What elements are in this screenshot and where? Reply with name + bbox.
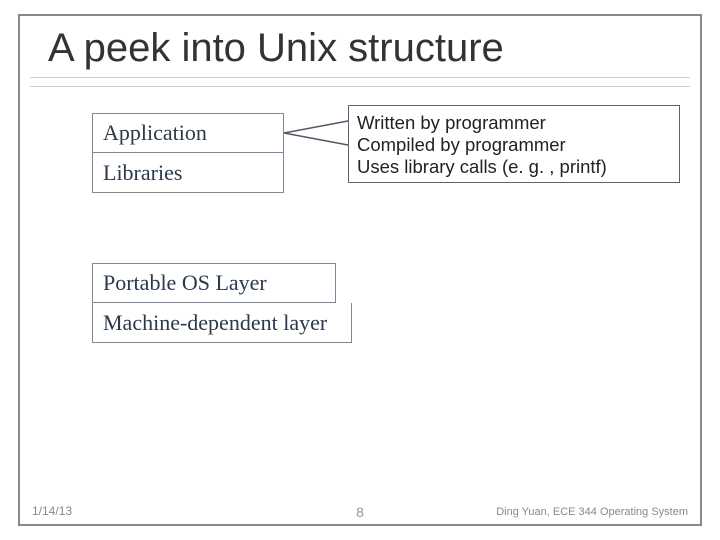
slide-title: A peek into Unix structure: [20, 16, 700, 77]
layer-portable-os: Portable OS Layer: [92, 263, 336, 303]
callout-line-2: Compiled by programmer: [357, 134, 671, 156]
footer-page-number: 8: [356, 504, 364, 520]
slide-frame: A peek into Unix structure Application L…: [18, 14, 702, 526]
layer-portable-os-label: Portable OS Layer: [103, 270, 267, 296]
layer-application-label: Application: [103, 120, 207, 146]
layer-machine-dependent-label: Machine-dependent layer: [103, 310, 327, 336]
layer-application: Application: [92, 113, 284, 153]
layer-machine-dependent: Machine-dependent layer: [92, 303, 352, 343]
footer-date: 1/14/13: [32, 504, 72, 518]
layer-libraries: Libraries: [92, 153, 284, 193]
title-underline: [30, 77, 690, 87]
callout-line-1: Written by programmer: [357, 112, 671, 134]
callout-line-3: Uses library calls (e. g. , printf): [357, 156, 671, 178]
content-area: Application Libraries Portable OS Layer …: [20, 87, 700, 457]
footer-credit: Ding Yuan, ECE 344 Operating System: [496, 506, 688, 518]
layer-libraries-label: Libraries: [103, 160, 182, 186]
callout-arrow-icon: [284, 117, 348, 149]
footer: 1/14/13 8 Ding Yuan, ECE 344 Operating S…: [20, 504, 700, 518]
callout-box: Written by programmer Compiled by progra…: [348, 105, 680, 183]
